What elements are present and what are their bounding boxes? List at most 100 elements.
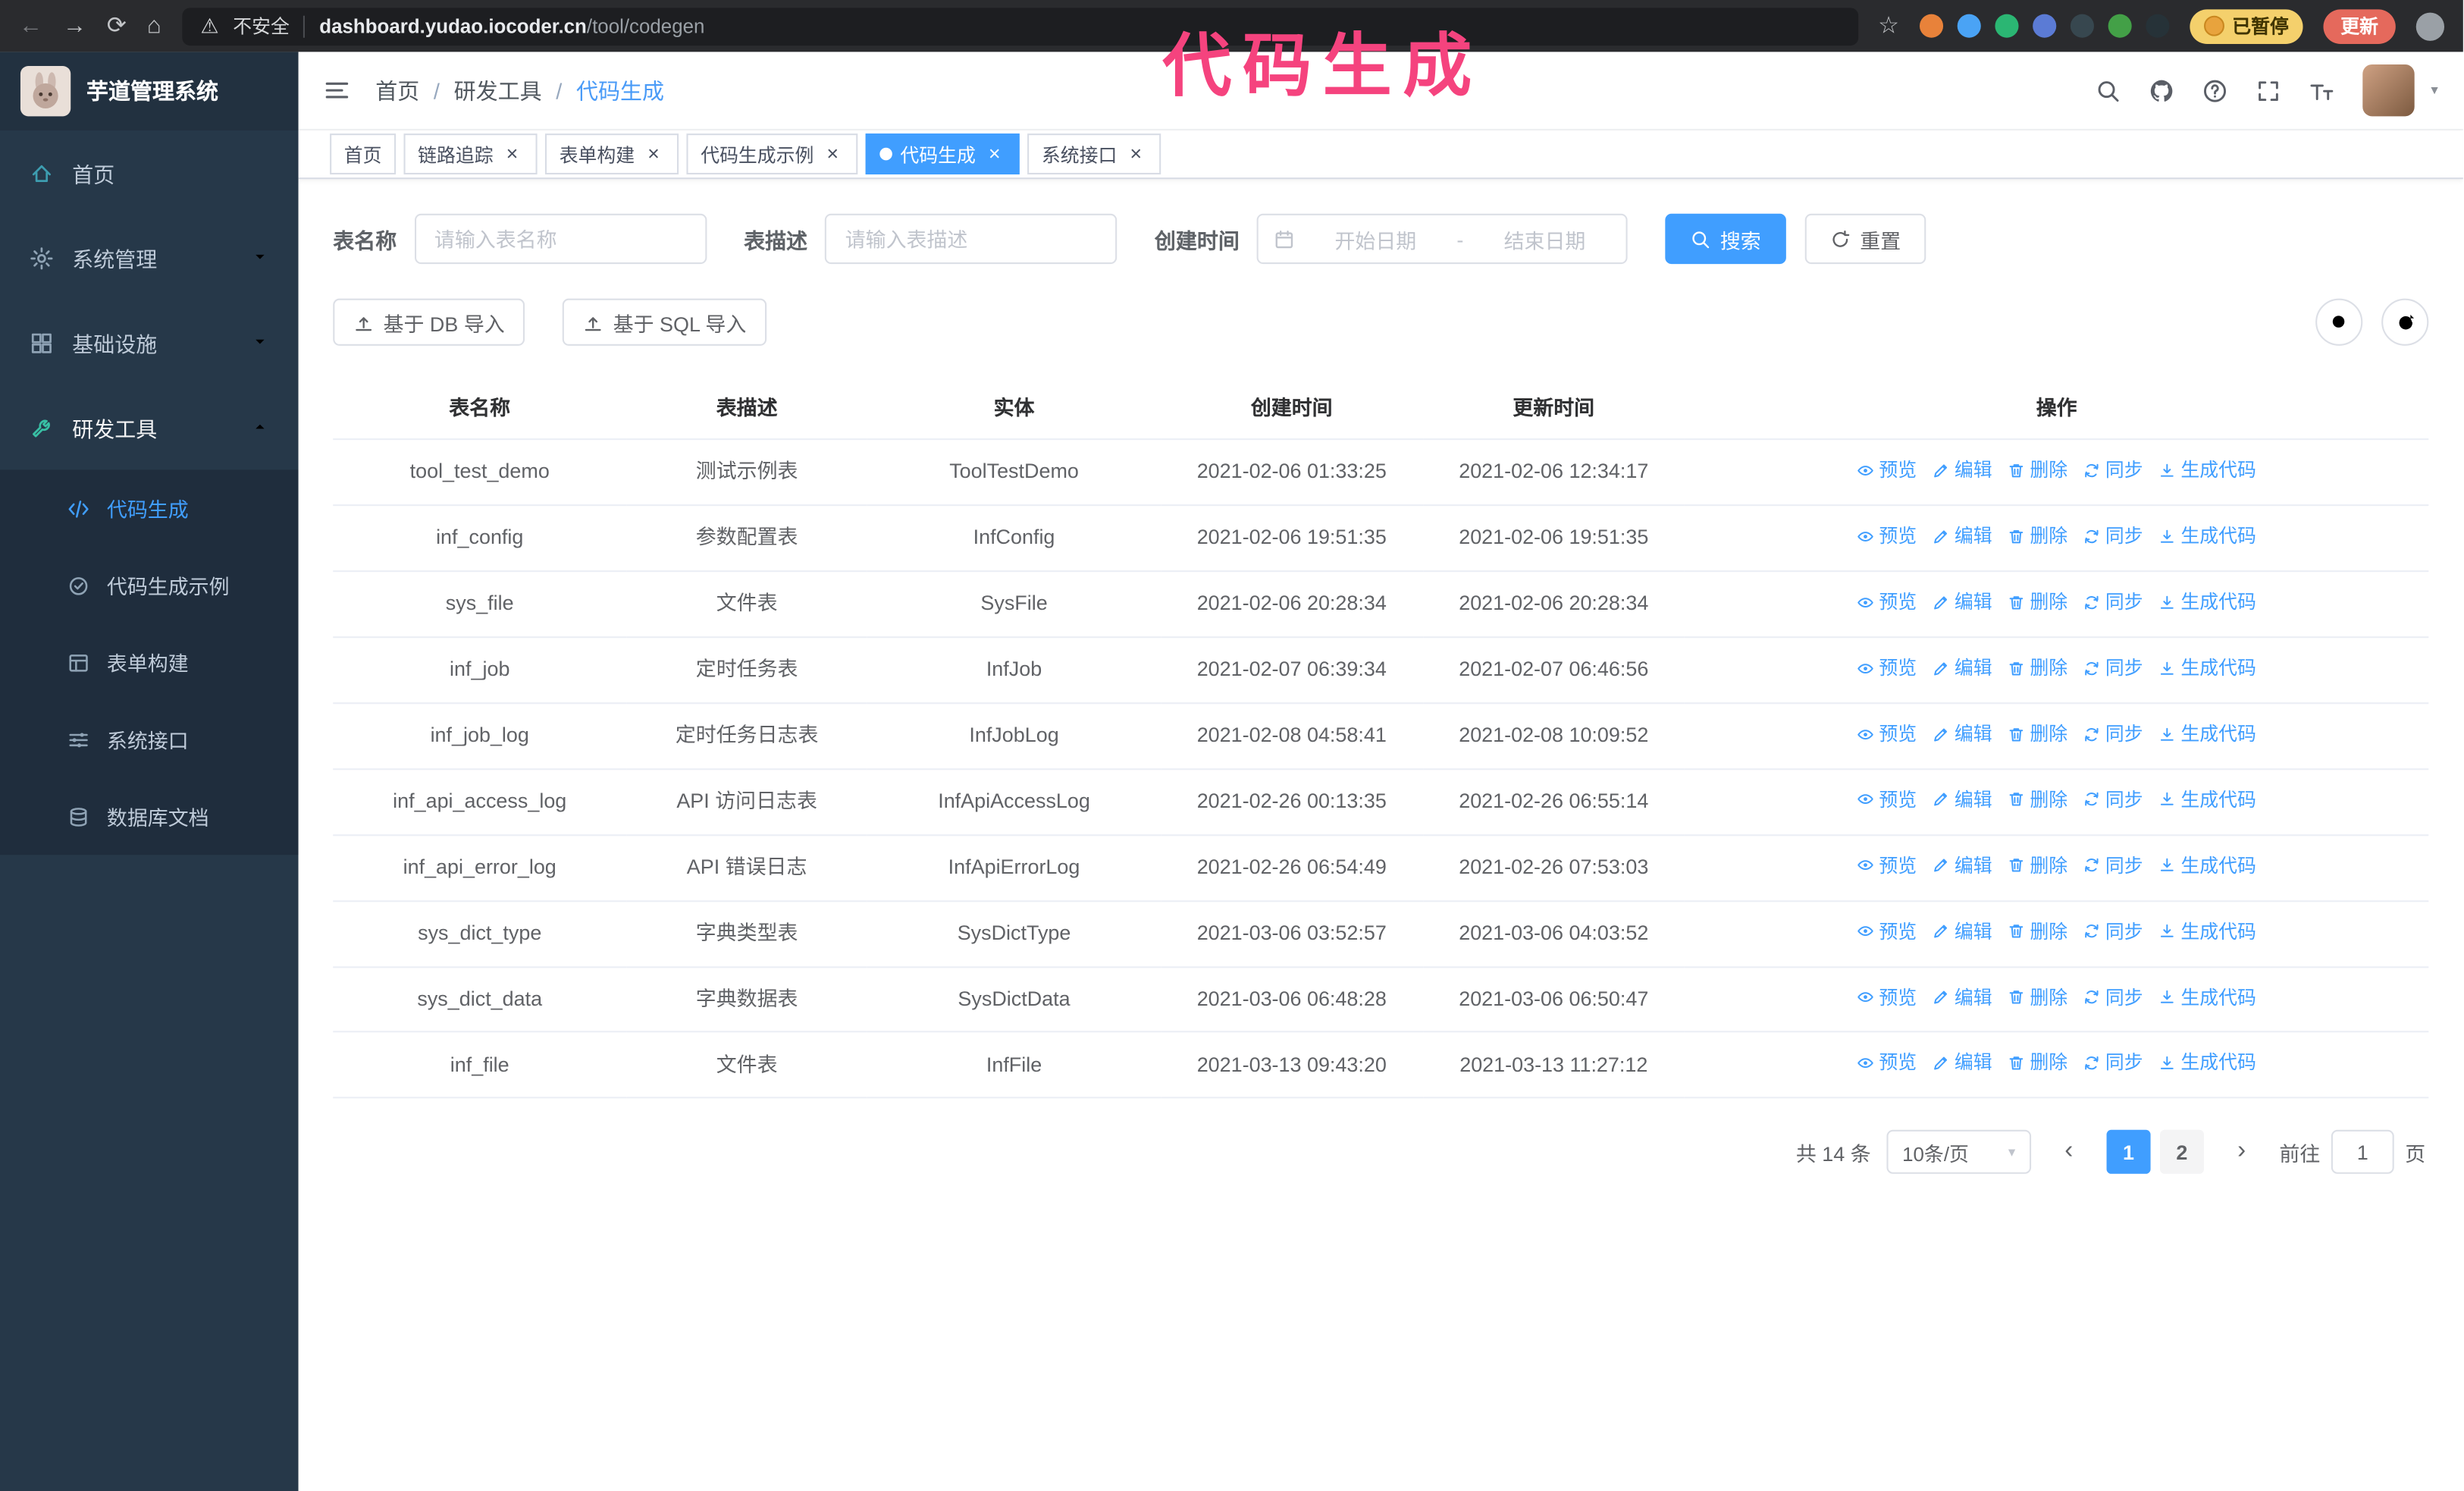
tab-0[interactable]: 首页 [330, 133, 397, 174]
import-sql-button[interactable]: 基于 SQL 导入 [563, 298, 767, 346]
toggle-search-button[interactable] [2315, 298, 2363, 346]
table-desc-input[interactable] [824, 213, 1118, 265]
action-eye-link[interactable]: 预览 [1857, 851, 1917, 880]
user-avatar[interactable] [2363, 64, 2415, 117]
action-eye-link[interactable]: 预览 [1857, 456, 1917, 485]
action-eye-link[interactable]: 预览 [1857, 983, 1917, 1012]
action-download-link[interactable]: 生成代码 [2158, 1049, 2256, 1078]
action-trash-link[interactable]: 删除 [2008, 917, 2067, 946]
action-sync-link[interactable]: 同步 [2083, 456, 2143, 485]
hamburger-icon[interactable] [324, 77, 350, 104]
sidebar-item-0[interactable]: 首页 [0, 130, 299, 215]
action-download-link[interactable]: 生成代码 [2158, 917, 2256, 946]
page-button-1[interactable]: 1 [2106, 1130, 2151, 1175]
action-edit-link[interactable]: 编辑 [1933, 719, 1992, 749]
action-sync-link[interactable]: 同步 [2083, 719, 2143, 749]
close-icon[interactable]: × [643, 143, 665, 165]
forward-icon[interactable]: → [63, 14, 86, 38]
action-sync-link[interactable]: 同步 [2083, 851, 2143, 880]
action-eye-link[interactable]: 预览 [1857, 522, 1917, 551]
action-eye-link[interactable]: 预览 [1857, 588, 1917, 617]
action-trash-link[interactable]: 删除 [2008, 654, 2067, 683]
action-trash-link[interactable]: 删除 [2008, 522, 2067, 551]
help-icon[interactable] [2203, 78, 2228, 103]
action-edit-link[interactable]: 编辑 [1933, 1049, 1992, 1078]
breadcrumb-item[interactable]: 研发工具 [454, 74, 542, 105]
sidebar-subitem-1[interactable]: 代码生成示例 [0, 547, 299, 624]
reload-icon[interactable]: ⟳ [107, 14, 127, 38]
tab-1[interactable]: 链路追踪 × [403, 133, 538, 174]
sidebar-subitem-3[interactable]: 系统接口 [0, 701, 299, 778]
paused-badge[interactable]: 已暂停 [2190, 8, 2303, 43]
sidebar-item-2[interactable]: 基础设施 [0, 300, 299, 385]
avatar-caret-icon[interactable]: ▾ [2431, 82, 2437, 99]
next-page-button[interactable]: › [2220, 1131, 2264, 1175]
close-icon[interactable]: × [501, 143, 523, 165]
sidebar-subitem-2[interactable]: 表单构建 [0, 624, 299, 702]
action-trash-link[interactable]: 删除 [2008, 456, 2067, 485]
reset-button[interactable]: 重置 [1804, 213, 1926, 265]
action-sync-link[interactable]: 同步 [2083, 983, 2143, 1012]
import-db-button[interactable]: 基于 DB 导入 [333, 298, 525, 346]
date-range-picker[interactable]: 开始日期 - 结束日期 [1256, 213, 1628, 265]
action-trash-link[interactable]: 删除 [2008, 983, 2067, 1012]
browser-extension-icon[interactable] [1957, 14, 1981, 38]
action-edit-link[interactable]: 编辑 [1933, 785, 1992, 815]
tab-2[interactable]: 表单构建 × [545, 133, 679, 174]
action-trash-link[interactable]: 删除 [2008, 1049, 2067, 1078]
refresh-table-button[interactable] [2381, 298, 2429, 346]
action-eye-link[interactable]: 预览 [1857, 1049, 1917, 1078]
action-eye-link[interactable]: 预览 [1857, 719, 1917, 749]
action-edit-link[interactable]: 编辑 [1933, 456, 1992, 485]
action-trash-link[interactable]: 删除 [2008, 851, 2067, 880]
action-edit-link[interactable]: 编辑 [1933, 917, 1992, 946]
goto-page-input[interactable] [2331, 1130, 2394, 1175]
browser-extension-icon[interactable] [2070, 14, 2094, 38]
breadcrumb-item[interactable]: 首页 [375, 74, 419, 105]
fullscreen-icon[interactable] [2256, 78, 2281, 103]
browser-profile-icon[interactable] [2415, 11, 2445, 40]
action-eye-link[interactable]: 预览 [1857, 917, 1917, 946]
browser-extension-icon[interactable] [1995, 14, 2019, 38]
browser-home-icon[interactable]: ⌂ [147, 14, 161, 38]
breadcrumb-item[interactable]: 代码生成 [576, 74, 664, 105]
action-sync-link[interactable]: 同步 [2083, 522, 2143, 551]
action-download-link[interactable]: 生成代码 [2158, 785, 2256, 815]
action-sync-link[interactable]: 同步 [2083, 654, 2143, 683]
action-trash-link[interactable]: 删除 [2008, 785, 2067, 815]
action-sync-link[interactable]: 同步 [2083, 785, 2143, 815]
page-size-select[interactable]: 10条/页 ▾ [1886, 1130, 2032, 1175]
action-eye-link[interactable]: 预览 [1857, 654, 1917, 683]
action-eye-link[interactable]: 预览 [1857, 785, 1917, 815]
sidebar-subitem-0[interactable]: 代码生成 [0, 470, 299, 548]
tab-4[interactable]: 代码生成 × [865, 133, 1020, 174]
browser-extension-icon[interactable] [2033, 14, 2057, 38]
github-icon[interactable] [2149, 78, 2174, 103]
bookmark-star-icon[interactable]: ☆ [1878, 14, 1899, 38]
security-warning-icon[interactable]: ⚠ [200, 14, 218, 39]
tab-5[interactable]: 系统接口 × [1027, 133, 1161, 174]
action-sync-link[interactable]: 同步 [2083, 917, 2143, 946]
action-download-link[interactable]: 生成代码 [2158, 456, 2256, 485]
address-bar[interactable]: ⚠ 不安全 dashboard.yudao.iocoder.cn/tool/co… [181, 7, 1858, 46]
prev-page-button[interactable]: ‹ [2047, 1131, 2091, 1175]
action-edit-link[interactable]: 编辑 [1933, 983, 1992, 1012]
action-download-link[interactable]: 生成代码 [2158, 588, 2256, 617]
font-size-icon[interactable] [2310, 78, 2335, 103]
close-icon[interactable]: × [822, 143, 844, 165]
action-download-link[interactable]: 生成代码 [2158, 654, 2256, 683]
tab-3[interactable]: 代码生成示例 × [686, 133, 858, 174]
sidebar-item-1[interactable]: 系统管理 [0, 215, 299, 300]
browser-extension-icon[interactable] [1919, 14, 1943, 38]
action-download-link[interactable]: 生成代码 [2158, 983, 2256, 1012]
browser-extension-icon[interactable] [2108, 14, 2132, 38]
search-button[interactable]: 搜索 [1665, 213, 1786, 265]
close-icon[interactable]: × [1125, 143, 1147, 165]
close-icon[interactable]: × [983, 143, 1005, 165]
action-sync-link[interactable]: 同步 [2083, 588, 2143, 617]
page-button-2[interactable]: 2 [2159, 1130, 2204, 1175]
action-trash-link[interactable]: 删除 [2008, 588, 2067, 617]
logo[interactable]: 芋道管理系统 [0, 52, 299, 130]
action-download-link[interactable]: 生成代码 [2158, 719, 2256, 749]
browser-extension-icon[interactable] [2146, 14, 2170, 38]
